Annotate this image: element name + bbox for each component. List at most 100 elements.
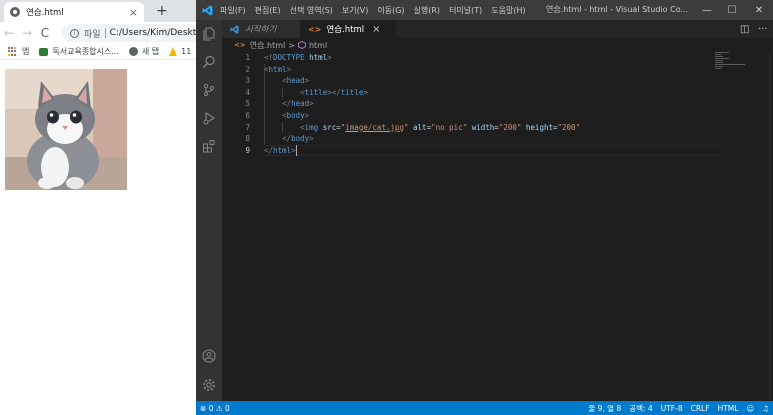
run-debug-icon[interactable]: [196, 106, 222, 130]
code-token: >: [291, 145, 296, 155]
tab-getting-started[interactable]: 시작하기: [222, 20, 300, 38]
element-box-icon: [297, 41, 306, 49]
code-line[interactable]: </head>: [264, 98, 314, 110]
line-number: 9: [245, 145, 250, 155]
browser-tab-strip: 연습.html × +: [0, 0, 196, 22]
split-editor-icon[interactable]: ◫: [740, 20, 749, 38]
menu-view[interactable]: 보기(V): [342, 5, 368, 16]
code-token: </: [282, 99, 292, 109]
code-line[interactable]: </body>: [264, 133, 314, 145]
status-bar: ⊗ 0 ⚠ 0 줄 9, 열 8 공백: 4 UTF-8 CRLF HTML ☺…: [196, 401, 773, 415]
close-window-button[interactable]: ✕: [745, 0, 773, 20]
browser-tab[interactable]: 연습.html ×: [4, 2, 144, 22]
close-tab-button[interactable]: ×: [372, 24, 380, 35]
code-line[interactable]: </html>: [264, 145, 296, 157]
code-token: ></: [327, 87, 341, 97]
line-number: 1: [245, 53, 250, 62]
new-tab-button[interactable]: +: [156, 3, 168, 19]
browser-window: 연습.html × + ← → C i 파일 C:/Users/Kim/Desk…: [0, 0, 196, 415]
tab-close-button[interactable]: ×: [129, 7, 138, 18]
back-button[interactable]: ←: [0, 24, 18, 42]
minimap[interactable]: [715, 52, 745, 92]
window-title: 연습.html - html - Visual Studio Co...: [546, 5, 689, 14]
error-icon: ⊗: [200, 403, 207, 413]
maximize-button[interactable]: ☐: [718, 0, 746, 20]
search-icon[interactable]: [196, 50, 222, 74]
breadcrumb-element[interactable]: html: [309, 41, 327, 50]
code-token: >: [363, 87, 368, 97]
minimize-button[interactable]: —: [693, 0, 721, 20]
extensions-icon[interactable]: [196, 134, 222, 158]
code-line[interactable]: <html>: [264, 64, 291, 76]
source-control-icon[interactable]: [196, 78, 222, 102]
vscode-window: 파일(F) 편집(E) 선택 영역(S) 보기(V) 이동(G) 실행(R) 터…: [196, 0, 773, 415]
code-line[interactable]: <!DOCTYPE html>: [264, 52, 332, 64]
menu-selection[interactable]: 선택 영역(S): [290, 5, 333, 16]
more-actions-icon[interactable]: ···: [758, 20, 768, 38]
error-count: 0: [208, 403, 214, 413]
code-editor[interactable]: 1 2 34 5 6 7 89 <!DOCTYPE html> <html> <head> <…: [222, 52, 773, 401]
menu-edit[interactable]: 편집(E): [255, 5, 281, 16]
eol-status[interactable]: CRLF: [691, 404, 710, 413]
menu-help[interactable]: 도움말(H): [491, 5, 525, 16]
code-line[interactable]: <title></title>: [264, 87, 368, 99]
code-token: >: [286, 64, 292, 74]
forward-button[interactable]: →: [18, 24, 36, 42]
menu-terminal[interactable]: 터미널(T): [449, 5, 482, 16]
menu-bar: 파일(F) 편집(E) 선택 영역(S) 보기(V) 이동(G) 실행(R) 터…: [220, 5, 535, 16]
gear-icon[interactable]: [196, 373, 222, 397]
menu-go[interactable]: 이동(G): [377, 5, 404, 16]
book-icon: [39, 47, 49, 56]
code-token: width: [471, 122, 495, 132]
code-token: src: [322, 122, 337, 132]
line-number: 6: [245, 111, 250, 120]
current-line-highlight: [264, 144, 721, 157]
page-content: [0, 60, 196, 415]
code-line[interactable]: <head>: [264, 75, 309, 87]
breadcrumb: <> 연습.html > html: [222, 38, 773, 52]
menu-run[interactable]: 실행(R): [414, 5, 441, 16]
language-mode-status[interactable]: HTML: [718, 404, 739, 413]
encoding-status[interactable]: UTF-8: [661, 404, 683, 413]
editor-scrollbar[interactable]: [769, 52, 773, 401]
cursor-position-status[interactable]: 줄 9, 열 8: [588, 403, 621, 414]
code-token: >: [304, 76, 310, 86]
code-line[interactable]: <img src="image/cat.jpg" alt="no pic" wi…: [264, 122, 580, 134]
globe-icon: [10, 7, 20, 17]
explorer-icon[interactable]: [196, 22, 222, 46]
code-line[interactable]: <body>: [264, 110, 309, 122]
breadcrumb-separator: >: [288, 40, 295, 50]
address-bar[interactable]: i 파일 C:/Users/Kim/Desktop/: [62, 24, 196, 42]
code-token: >: [309, 99, 314, 109]
code-token: image/cat.jpg: [345, 122, 404, 132]
reload-button[interactable]: C: [36, 24, 54, 42]
tab-practice-html[interactable]: <> 연습.html ×: [300, 20, 396, 38]
bell-icon[interactable]: ♫: [762, 404, 769, 413]
breadcrumb-file[interactable]: 연습.html: [250, 40, 286, 51]
bookmarks-bar: 앱 독서교육종합시스... 새 탭 11: [0, 44, 196, 60]
bookmark-label: 새 탭: [141, 47, 160, 56]
problems-status[interactable]: ⊗ 0 ⚠ 0: [200, 404, 230, 413]
code-token: body: [286, 111, 305, 120]
vscode-small-icon: [230, 24, 239, 34]
bookmark-11[interactable]: 11: [169, 47, 191, 56]
bookmark-apps[interactable]: 앱: [8, 46, 29, 57]
tab-label: 시작하기: [245, 25, 277, 35]
menu-file[interactable]: 파일(F): [220, 5, 246, 16]
code-token: "200": [498, 122, 522, 132]
address-scheme-label: 파일: [84, 29, 101, 40]
info-icon[interactable]: i: [70, 28, 79, 38]
address-separator: [104, 28, 106, 38]
bookmark-new-tab[interactable]: 새 탭: [128, 46, 160, 57]
feedback-icon[interactable]: ☺: [746, 404, 754, 413]
code-token: </: [264, 145, 274, 155]
bookmark-reading-system[interactable]: 독서교육종합시스...: [39, 46, 119, 57]
line-number: 2: [245, 64, 250, 74]
code-token: >: [309, 134, 314, 144]
line-number: 8: [245, 134, 250, 144]
account-icon[interactable]: [196, 344, 222, 368]
indentation-status[interactable]: 공백: 4: [629, 403, 652, 414]
